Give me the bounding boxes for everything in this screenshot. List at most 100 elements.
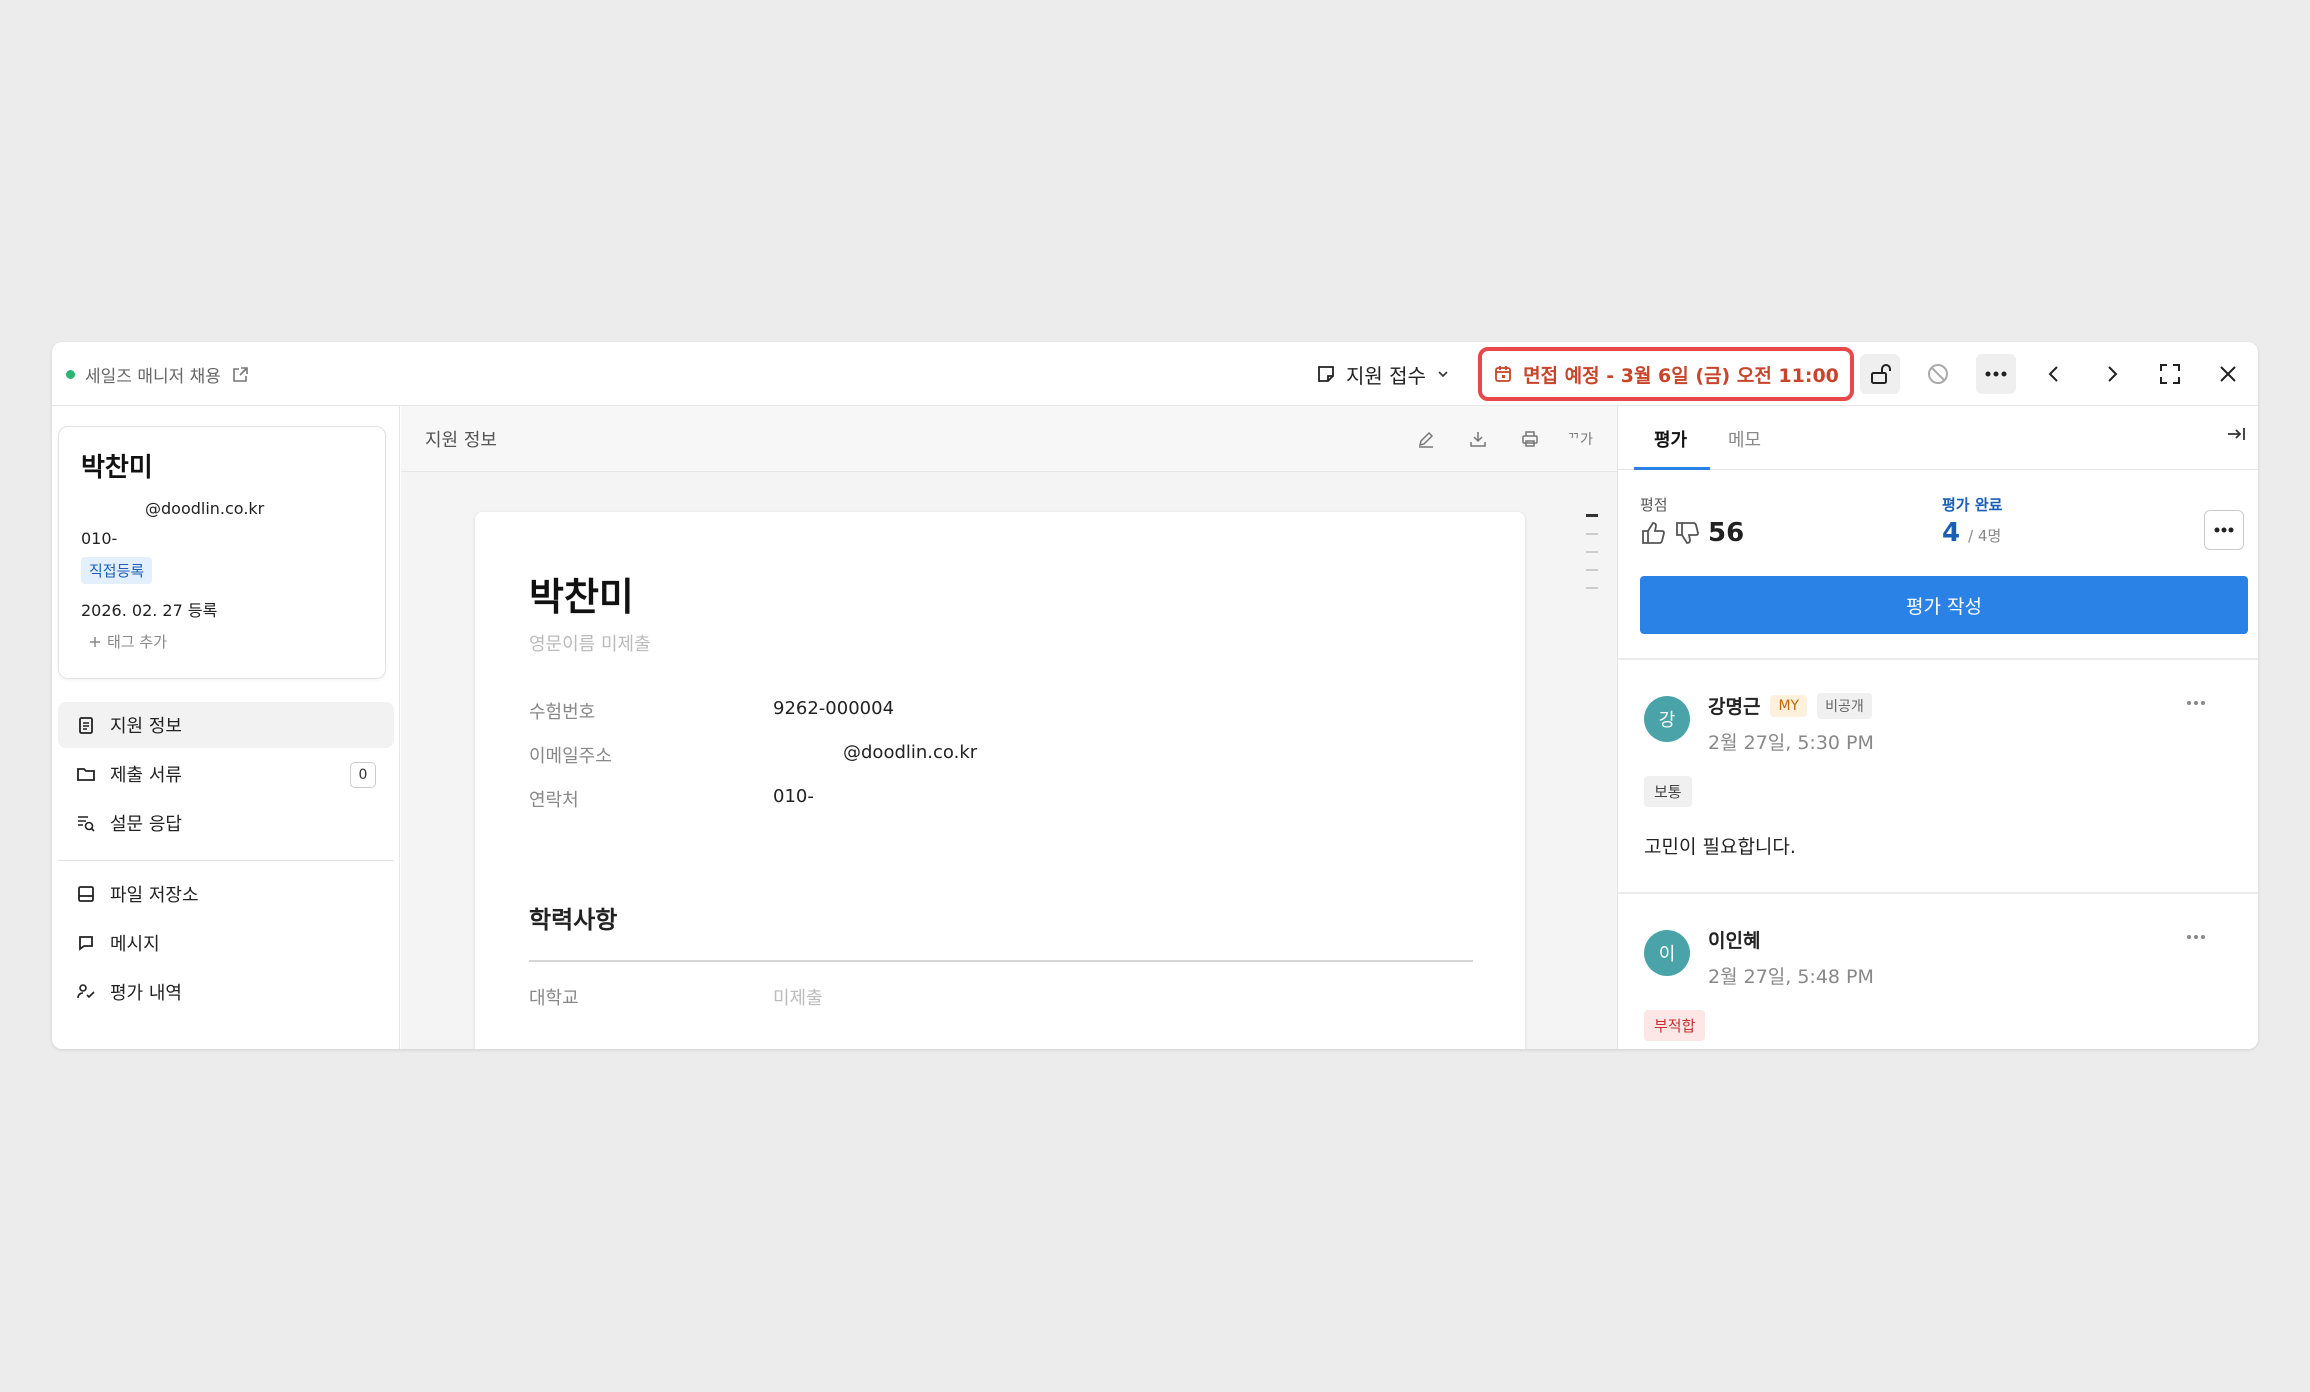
external-link-icon	[231, 366, 249, 384]
close-button[interactable]	[2208, 354, 2248, 394]
chevron-left-icon	[2044, 364, 2064, 384]
education-section-title: 학력사항	[529, 906, 618, 934]
download-icon	[1469, 430, 1487, 448]
grade-badge: 보통	[1644, 776, 1692, 807]
sidebar-item-application-info[interactable]: 지원 정보	[58, 702, 394, 748]
review-comment: 고민이 필요합니다.	[1644, 836, 1796, 858]
source-badge: 직접등록	[81, 557, 153, 584]
thumbs-down-icon	[1674, 520, 1700, 546]
job-title: 세일즈 매니저 채용	[85, 367, 221, 387]
clipboard-icon	[76, 715, 96, 735]
review-more-button[interactable]	[2186, 700, 2206, 706]
completed-count: 4 / 4명	[1942, 518, 2001, 548]
document-count-badge: 0	[350, 762, 376, 788]
avatar: 강	[1644, 696, 1690, 742]
more-icon	[1985, 371, 2007, 377]
next-candidate-button[interactable]	[2092, 354, 2132, 394]
write-evaluation-button[interactable]: 평가 작성	[1640, 576, 2248, 634]
status-dot	[66, 370, 75, 379]
interview-schedule-button[interactable]: 면접 예정 - 3월 6일 (금) 오전 11:00	[1478, 347, 1854, 401]
more-icon	[2186, 934, 2206, 940]
sidebar-item-messages[interactable]: 메시지	[58, 920, 394, 966]
sidebar-item-submitted-documents[interactable]: 제출 서류 0	[58, 751, 394, 797]
sidebar-item-label: 파일 저장소	[110, 885, 199, 906]
block-icon	[1926, 362, 1950, 386]
completed-number: 4	[1942, 518, 1961, 548]
candidate-name: 박찬미	[81, 453, 153, 483]
reviewer-name-text: 이인혜	[1708, 930, 1761, 952]
printer-icon	[1521, 430, 1539, 448]
evaluation-more-button[interactable]	[2204, 510, 2244, 550]
sidebar-item-label: 평가 내역	[110, 983, 182, 1004]
sidebar-item-file-storage[interactable]: 파일 저장소	[58, 871, 394, 917]
evaluation-tabs: 평가 메모	[1618, 406, 2258, 470]
plus-icon	[89, 636, 101, 648]
completed-total: / 4명	[1968, 527, 2002, 545]
block-button[interactable]	[1918, 354, 1958, 394]
storage-icon	[76, 884, 96, 904]
status-dropdown[interactable]: 지원 접수	[1316, 358, 1450, 390]
sidebar-item-label: 제출 서류	[110, 765, 182, 786]
registered-date: 2026. 02. 27 등록	[81, 601, 218, 620]
chevron-right-icon	[2102, 364, 2122, 384]
candidate-card: 박찬미 @doodlin.co.kr 010- 직접등록 2026. 02. 2…	[58, 426, 386, 679]
sidebar-item-label: 지원 정보	[110, 716, 182, 737]
review-item: 이 이인혜 2월 27일, 5:48 PM 부적합	[1618, 894, 2258, 1049]
sidebar-item-survey-responses[interactable]: 설문 응답	[58, 800, 394, 846]
thumbs-up-icon	[1640, 520, 1666, 546]
field-value: @doodlin.co.kr	[843, 742, 978, 763]
edit-button[interactable]	[1413, 426, 1439, 452]
sidebar-item-evaluation-history[interactable]: 평가 내역	[58, 969, 394, 1015]
top-bar: 세일즈 매니저 채용 지원 접수 면접 예정 - 3월 6일 (금) 오전 11…	[52, 342, 2258, 406]
field-value: 미제출	[773, 988, 823, 1009]
more-button[interactable]	[1976, 354, 2016, 394]
field-label: 이메일주소	[529, 746, 612, 767]
pencil-icon	[1417, 430, 1435, 448]
active-tab-indicator	[1634, 467, 1710, 470]
previous-candidate-button[interactable]	[2034, 354, 2074, 394]
grade-badge: 부적합	[1644, 1010, 1706, 1041]
reviewer-name-text: 강명근	[1708, 696, 1761, 718]
collapse-panel-button[interactable]	[2226, 424, 2246, 444]
unlock-button[interactable]	[1860, 354, 1900, 394]
section-divider	[529, 960, 1473, 962]
print-button[interactable]	[1517, 426, 1543, 452]
expand-icon	[2159, 363, 2181, 385]
field-label: 수험번호	[529, 702, 596, 723]
close-icon	[2218, 364, 2238, 384]
evaluation-panel: 평가 메모 평점 56 평가 완료 4 / 4명 평가 작성 강 강명근 MY …	[1617, 406, 2258, 1049]
download-button[interactable]	[1465, 426, 1491, 452]
score-label: 평점	[1640, 496, 1668, 514]
candidate-window: 세일즈 매니저 채용 지원 접수 면접 예정 - 3월 6일 (금) 오전 11…	[52, 342, 2258, 1049]
chevron-down-icon	[1436, 367, 1450, 381]
font-size-button[interactable]: ᄁ가	[1567, 426, 1593, 452]
my-badge: MY	[1770, 694, 1808, 717]
add-tag-label: 태그 추가	[107, 633, 167, 651]
interview-label: 면접 예정 - 3월 6일 (금) 오전 11:00	[1523, 364, 1839, 387]
field-value: 010-	[773, 786, 814, 807]
review-more-button[interactable]	[2186, 934, 2206, 940]
add-tag-button[interactable]: 태그 추가	[89, 631, 167, 652]
application-document: 박찬미 영문이름 미제출 수험번호 9262-000004 이메일주소 @doo…	[475, 512, 1525, 1049]
sidebar-item-label: 설문 응답	[110, 814, 182, 835]
folder-icon	[76, 764, 96, 784]
sidebar-item-label: 메시지	[110, 934, 160, 955]
application-info-panel: 지원 정보 ᄁ가 박찬미 영문이름 미제출 수험번호 9262-000004 이…	[401, 406, 1655, 1049]
more-icon	[2214, 527, 2234, 533]
document-outline[interactable]	[1586, 514, 1602, 605]
fullscreen-button[interactable]	[2150, 354, 2190, 394]
tab-evaluation[interactable]: 평가	[1654, 426, 1687, 452]
calendar-icon	[1493, 364, 1513, 384]
arrow-right-bar-icon	[2226, 424, 2246, 444]
tab-memo[interactable]: 메모	[1728, 426, 1761, 452]
field-value: 9262-000004	[773, 698, 895, 719]
list-search-icon	[76, 813, 96, 833]
sidebar-divider	[58, 860, 394, 861]
field-label: 연락처	[529, 790, 579, 811]
english-name: 영문이름 미제출	[529, 634, 651, 655]
candidate-phone: 010-	[81, 529, 118, 548]
person-check-icon	[76, 982, 96, 1002]
field-label: 대학교	[529, 988, 579, 1009]
panel-header: 지원 정보 ᄁ가	[401, 406, 1617, 472]
job-posting-link[interactable]: 세일즈 매니저 채용	[66, 362, 249, 387]
